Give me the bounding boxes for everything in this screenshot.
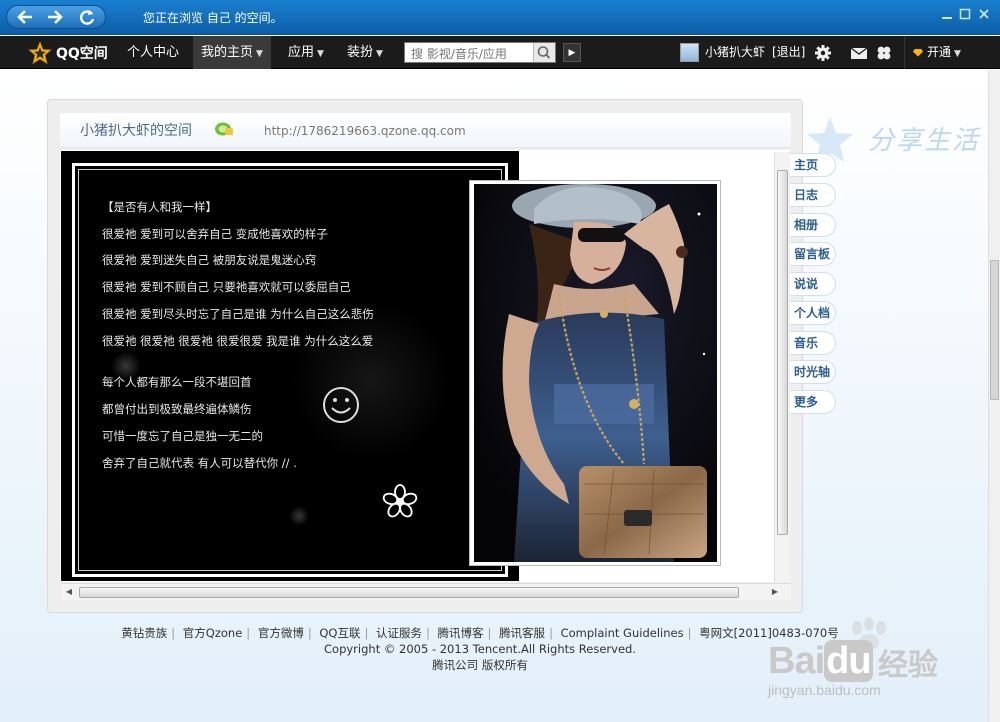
decorative-handwriting: 分享生活 xyxy=(868,126,981,156)
footer-link[interactable]: QQ互联 xyxy=(319,626,360,640)
footer-link[interactable]: 官方Qzone xyxy=(183,626,243,640)
page-scrollbar-thumb[interactable] xyxy=(990,260,999,400)
footer-link[interactable]: 官方微博 xyxy=(258,626,304,640)
flower-icon xyxy=(382,484,418,518)
separator: | xyxy=(171,626,176,640)
scroll-right-icon[interactable]: ▶ xyxy=(769,586,781,598)
chevron-down-icon: ▼ xyxy=(376,49,383,59)
poem-line: 舍弃了自己就代表 有人可以替代你 // . xyxy=(102,456,297,470)
content-horizontal-scrollbar[interactable]: ◀ ▶ xyxy=(61,583,791,600)
search-icon[interactable] xyxy=(533,43,555,62)
tab-album[interactable]: 相册 xyxy=(790,213,836,237)
chevron-down-icon: ▼ xyxy=(317,49,324,59)
separator: | xyxy=(364,626,369,640)
user-name[interactable]: 小猪扒大虾 xyxy=(705,36,765,69)
browser-bar: 您正在浏览 自己 的空间。 xyxy=(0,0,1000,35)
mail-icon[interactable] xyxy=(850,44,868,62)
baidu-brand: Bai xyxy=(768,640,825,682)
status-text: 您正在浏览 自己 的空间。 xyxy=(143,11,283,25)
nav-my-homepage[interactable]: 我的主页 ▼ xyxy=(193,36,271,69)
separator: | xyxy=(687,626,692,640)
tab-blog[interactable]: 日志 xyxy=(790,183,836,207)
smiley-icon xyxy=(323,387,359,423)
poem-line: 很爱祂 很爱祂 很爱祂 很爱很爱 我是谁 为什么这么爱 xyxy=(102,334,374,348)
space-level-icon[interactable] xyxy=(214,121,234,137)
separator: | xyxy=(426,626,430,640)
nav-label: 装扮 xyxy=(347,45,374,60)
poem-line: 很爱祂 爱到尽头时忘了自己是谁 为什么自己这么悲伤 xyxy=(102,307,374,321)
maximize-icon[interactable] xyxy=(958,8,972,22)
separator: | xyxy=(246,626,251,640)
poem-line: 都曾付出到极致最终遍体鳞伤 xyxy=(102,402,252,416)
logo-text: QQ空间 xyxy=(56,46,108,62)
tab-shuoshuo[interactable]: 说说 xyxy=(790,272,836,296)
poem-line: 【是否有人和我一样】 xyxy=(102,200,217,214)
poem-line: 每个人都有那么一段不堪回首 xyxy=(102,375,252,389)
star-logo-icon xyxy=(28,41,52,65)
minimize-icon[interactable] xyxy=(940,8,954,22)
nav-label: 我的主页 xyxy=(201,45,254,60)
footer-link[interactable]: 认证服务 xyxy=(376,626,422,640)
avatar[interactable] xyxy=(680,43,699,62)
tab-timeline[interactable]: 时光轴 xyxy=(790,360,836,384)
search-box xyxy=(404,42,556,64)
baidu-logo-text: Baidu xyxy=(768,640,873,683)
qzone-logo[interactable]: QQ空间 xyxy=(28,41,108,65)
qzone-toolbar: QQ空间 个人中心 我的主页▼ 应用▼ 装扮▼ ▶ 小猪扒大虾 [退出] 开通▼ xyxy=(0,36,1000,69)
tab-profile[interactable]: 个人档 xyxy=(790,301,836,325)
horizontal-scroll-thumb[interactable] xyxy=(79,587,739,598)
nav-decorate[interactable]: 装扮 ▼ xyxy=(339,36,391,69)
poem-line: 可惜一度忘了自己是独一无二的 xyxy=(102,429,263,443)
open-label: 开通 xyxy=(927,45,952,59)
nav-button-group xyxy=(6,5,106,29)
play-icon[interactable]: ▶ xyxy=(563,43,581,62)
separator: | xyxy=(487,626,492,640)
tab-home[interactable]: 主页 xyxy=(790,153,836,177)
open-vip-button[interactable]: 开通 ▼ xyxy=(904,36,970,69)
search-input[interactable] xyxy=(405,44,533,64)
tab-guestbook[interactable]: 留言板 xyxy=(790,242,836,266)
logout-link[interactable]: [退出] xyxy=(772,36,805,69)
nav-personal-center[interactable]: 个人中心 xyxy=(119,36,187,69)
footer-link[interactable]: 黄钻贵族 xyxy=(121,626,167,640)
nav-label: 个人中心 xyxy=(127,45,180,60)
diamond-icon xyxy=(913,48,923,57)
chevron-down-icon: ▼ xyxy=(256,49,263,59)
settings-icon[interactable] xyxy=(814,44,832,62)
poem-line: 很爱祂 爱到可以舍弃自己 变成他喜欢的样子 xyxy=(102,227,328,241)
footer-link[interactable]: 腾讯博客 xyxy=(438,626,484,640)
photo-woman[interactable] xyxy=(474,184,717,562)
back-arrow-icon[interactable] xyxy=(13,6,37,28)
baidu-url: jingyan.baidu.com xyxy=(768,682,881,698)
vertical-scroll-thumb[interactable] xyxy=(777,170,788,535)
nav-apps[interactable]: 应用 ▼ xyxy=(280,36,332,69)
footer-link[interactable]: 腾讯客服 xyxy=(499,626,545,640)
space-title[interactable]: 小猪扒大虾的空间 xyxy=(80,120,192,140)
baidu-jingyan-label: 经验 xyxy=(878,648,938,683)
separator: | xyxy=(307,626,312,640)
chevron-down-icon: ▼ xyxy=(954,49,961,59)
tab-music[interactable]: 音乐 xyxy=(790,331,836,355)
tab-more[interactable]: 更多 xyxy=(790,390,836,414)
nav-label: 应用 xyxy=(288,45,315,60)
page-scrollbar[interactable] xyxy=(988,70,1000,722)
close-icon[interactable] xyxy=(977,8,991,22)
scroll-left-icon[interactable]: ◀ xyxy=(63,586,75,598)
clover-icon[interactable] xyxy=(875,44,893,62)
baidu-brand-tail: du xyxy=(824,640,873,682)
space-url[interactable]: http://1786219663.qzone.qq.com xyxy=(264,124,466,138)
refresh-icon[interactable] xyxy=(75,6,99,28)
separator: | xyxy=(549,626,553,640)
poem-line: 很爱祂 爱到不顾自己 只要祂喜欢就可以委屈自己 xyxy=(102,280,351,294)
poem-line: 很爱祂 爱到迷失自己 被朋友说是鬼迷心窍 xyxy=(102,253,317,267)
content-vertical-scrollbar[interactable] xyxy=(774,152,790,582)
footer-link[interactable]: Complaint Guidelines xyxy=(561,626,684,640)
forward-arrow-icon[interactable] xyxy=(43,6,67,28)
